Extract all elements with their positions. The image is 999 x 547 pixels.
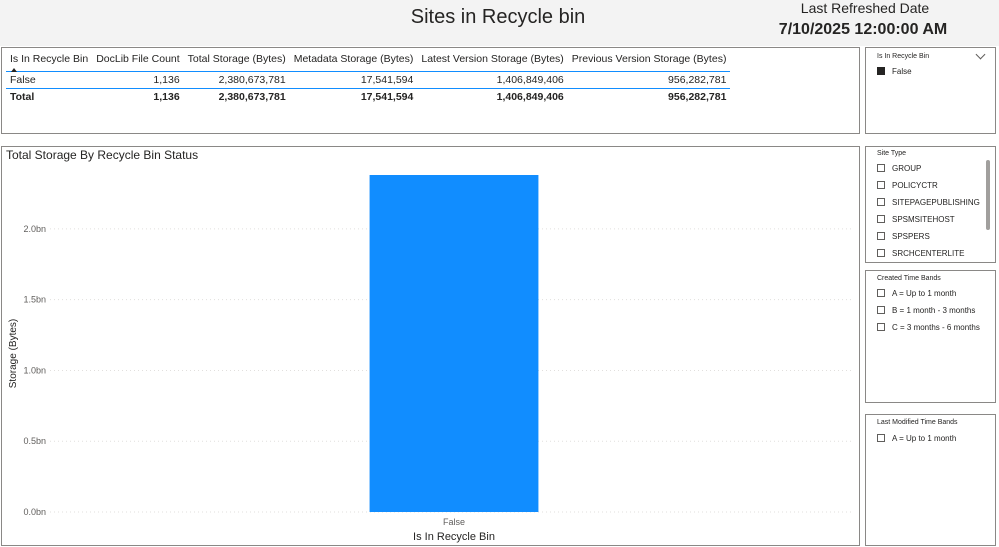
total-cell: 17,541,594 [360,91,414,103]
slicer-item-label: False [892,66,912,76]
checkbox-icon[interactable] [877,232,885,240]
total-cell: 1,406,849,406 [496,91,564,103]
total-cell: 1,136 [153,91,180,103]
y-axis-title: Storage (Bytes) [8,319,19,388]
checkbox-icon[interactable] [877,215,885,223]
table-cell: 17,541,594 [289,71,418,89]
sort-ascending-icon[interactable] [11,68,17,72]
y-tick-label: 0.0bn [23,507,46,517]
storage-table: Is In Recycle Bin DocLib File Count Tota… [6,53,731,106]
table-total-row: Total 1,136 2,380,673,781 17,541,594 1,4… [6,89,730,106]
slicer-item-label: POLICYCTR [892,180,938,190]
slicer-item-label: B = 1 month - 3 months [892,305,976,315]
checkbox-icon[interactable] [877,289,885,297]
storage-bar-chart: 0.0bn 0.5bn 1.0bn 1.5bn 2.0bn False Is In Recy… [8,175,854,543]
column-header[interactable]: DocLib File Count [92,53,184,72]
y-tick-label: 2.0bn [23,224,46,234]
total-cell: Total [10,91,35,103]
column-header[interactable]: Previous Version Storage (Bytes) [567,53,731,72]
y-tick-label: 1.5bn [23,295,46,305]
y-tick-label: 1.0bn [23,365,46,375]
last-refreshed-label: Last Refreshed Date [800,0,930,16]
slicer-item-label: SRCHCENTERLITE [892,248,965,258]
recycle-bin-slicer-title: Is In Recycle Bin [877,53,930,60]
last-refreshed-value: 7/10/2025 12:00:00 AM [778,21,948,38]
slicer-item-group[interactable]: GROUP [877,162,921,174]
column-header[interactable]: Metadata Storage (Bytes) [289,53,418,72]
table-row[interactable]: False 1,136 2,380,673,781 17,541,594 1,4… [6,71,731,89]
table-header-row: Is In Recycle Bin DocLib File Count Tota… [6,53,731,72]
x-tick-label: False [443,517,465,527]
modified-time-slicer-title: Last Modified Time Bands [877,419,958,426]
slicer-item-label: A = Up to 1 month [892,288,957,298]
table-cell: 1,136 [92,71,184,89]
y-tick-label: 0.5bn [23,436,46,446]
slicer-item-srchcenterlite[interactable]: SRCHCENTERLITE [877,247,964,259]
page-title: Sites in Recycle bin [410,6,586,28]
slicer-item-label: SITEPAGEPUBLISHING [892,197,980,207]
table-cell: 956,282,781 [567,71,731,89]
chart-title: Total Storage By Recycle Bin Status [6,148,199,162]
table-cell: 2,380,673,781 [183,71,290,89]
checkbox-icon[interactable] [877,306,885,314]
slicer-item-policyctr[interactable]: POLICYCTR [877,179,938,191]
checkbox-icon[interactable] [877,323,885,331]
total-cell: 2,380,673,781 [218,91,286,103]
table-cell: False [6,71,93,89]
slicer-item-sitepagepublishing[interactable]: SITEPAGEPUBLISHING [877,196,980,208]
slicer-item-label: A = Up to 1 month [892,433,957,443]
checkbox-icon[interactable] [877,198,885,206]
bar[interactable] [369,175,539,512]
slicer-scrollbar[interactable] [986,160,990,230]
slicer-item-spsmsitehost[interactable]: SPSMSITEHOST [877,213,955,225]
column-header[interactable]: Total Storage (Bytes) [183,53,290,72]
slicer-item-label: SPSPERS [892,231,930,241]
column-header[interactable]: Latest Version Storage (Bytes) [417,53,568,72]
slicer-item-spspers[interactable]: SPSPERS [877,230,930,242]
recycle-bin-slicer [865,47,996,134]
created-time-slicer-title: Created Time Bands [877,275,941,282]
checkbox-icon[interactable] [877,164,885,172]
checkbox-icon[interactable] [877,181,885,189]
column-header[interactable]: Is In Recycle Bin [6,53,93,72]
slicer-item-created-c[interactable]: C = 3 months - 6 months [877,321,980,333]
slicer-item-label: GROUP [892,163,922,173]
total-cell: 956,282,781 [668,91,727,103]
slicer-item-label: SPSMSITEHOST [892,214,955,224]
slicer-item-created-b[interactable]: B = 1 month - 3 months [877,304,975,316]
slicer-item-created-a[interactable]: A = Up to 1 month [877,287,956,299]
slicer-item-label: C = 3 months - 6 months [892,322,980,332]
slicer-item-modified-a[interactable]: A = Up to 1 month [877,432,956,444]
slicer-item-false[interactable]: False [877,65,912,77]
checkbox-icon[interactable] [877,434,885,442]
checkbox-icon[interactable] [877,249,885,257]
x-axis-title: Is In Recycle Bin [413,531,495,543]
checkbox-checked-icon[interactable] [877,67,885,75]
table-cell: 1,406,849,406 [417,71,568,89]
site-type-slicer-title: Site Type [877,150,907,157]
